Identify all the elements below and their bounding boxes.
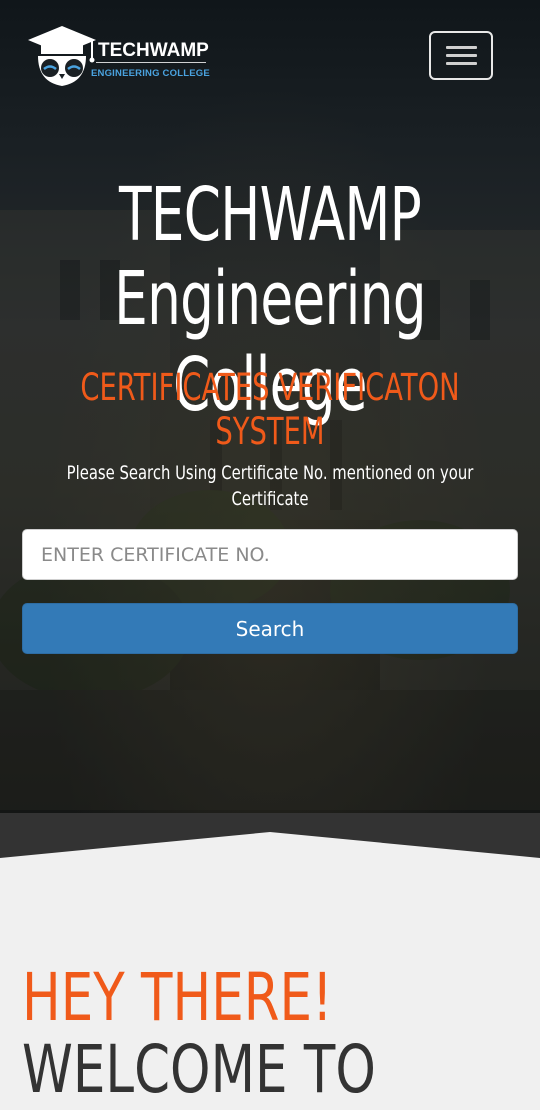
hero-section: TECHWAMP ENGINEERING COLLEGE TECHWAMP En… (0, 0, 540, 813)
logo-title: TECHWAMP (98, 40, 209, 61)
logo-divider (96, 62, 206, 63)
menu-toggle-button[interactable] (429, 31, 493, 80)
welcome-heading: HEY THERE! (22, 959, 333, 1036)
search-instruction: Please Search Using Certificate No. ment… (66, 462, 474, 510)
hero-title-line1: TECHWAMP (118, 172, 422, 258)
hero-subtitle: CERTIFICATES VERIFICATON SYSTEM (80, 366, 460, 453)
certificate-number-input[interactable] (22, 529, 518, 580)
hamburger-menu-icon-bar (446, 54, 477, 57)
logo-subtitle: ENGINEERING COLLEGE (91, 68, 210, 79)
section-divider-shape (0, 832, 540, 873)
welcome-subheading: WELCOME TO (22, 1031, 376, 1108)
college-logo[interactable]: TECHWAMP ENGINEERING COLLEGE (26, 24, 216, 90)
hamburger-menu-icon-bar (446, 62, 477, 65)
hamburger-menu-icon (446, 46, 477, 49)
owl-graduate-logo-icon (28, 26, 96, 86)
navbar: TECHWAMP ENGINEERING COLLEGE (0, 0, 540, 110)
search-button[interactable]: Search (22, 603, 518, 654)
